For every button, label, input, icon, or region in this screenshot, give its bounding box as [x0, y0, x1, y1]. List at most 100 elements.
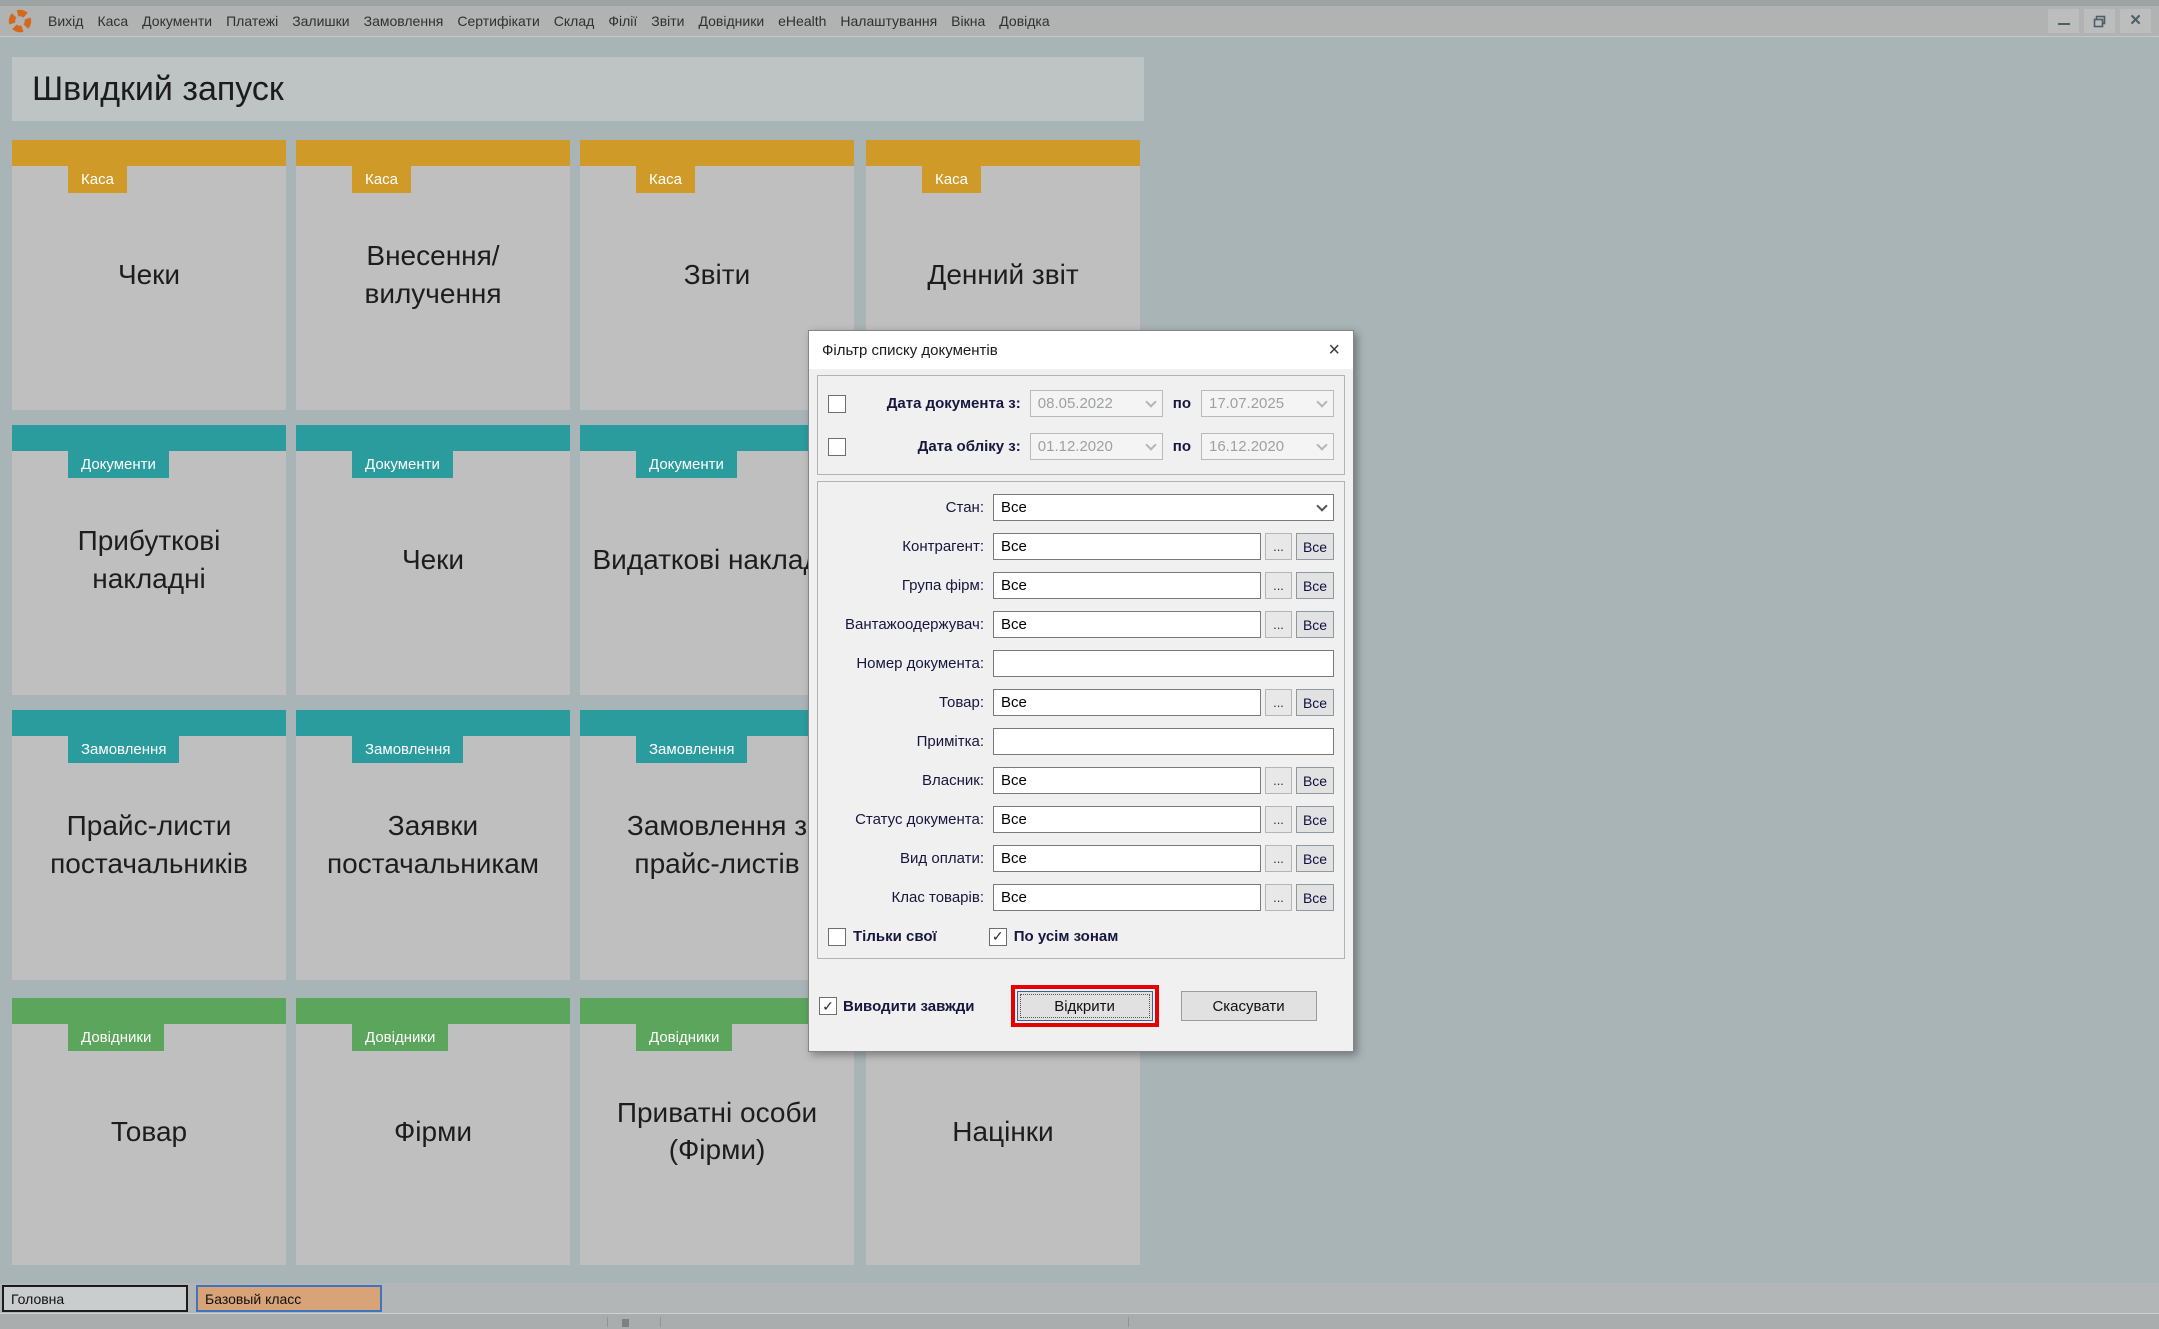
document-date-to-picker[interactable]: 17.07.2025	[1201, 390, 1334, 417]
menu-item-vikna[interactable]: Вікна	[944, 6, 992, 37]
status-tab-holovna[interactable]: Головна	[2, 1285, 188, 1312]
tile-dov-firmy[interactable]: Довідники Фірми	[296, 998, 570, 1265]
tile-category-tag: Довідники	[636, 1024, 732, 1051]
owner-browse-button[interactable]: ...	[1265, 767, 1292, 794]
payment-type-label: Вид оплати:	[828, 850, 993, 867]
date-to-value: 16.12.2020	[1209, 438, 1284, 455]
goods-class-browse-button[interactable]: ...	[1265, 884, 1292, 911]
counterparty-input[interactable]	[993, 533, 1261, 560]
tile-category-bar	[296, 710, 570, 736]
open-button[interactable]: Відкрити	[1017, 991, 1153, 1021]
restore-button[interactable]	[2084, 9, 2115, 33]
accounting-date-checkbox[interactable]	[828, 438, 846, 456]
menu-item-ehealth[interactable]: eHealth	[771, 6, 833, 37]
window-controls: ×	[2048, 9, 2159, 33]
document-status-browse-button[interactable]: ...	[1265, 806, 1292, 833]
tile-category-bar	[580, 140, 854, 166]
tile-kasa-vnesennia[interactable]: Каса Внесення/вилучення	[296, 140, 570, 410]
counterparty-all-button[interactable]: Все	[1296, 533, 1334, 560]
payment-type-input[interactable]	[993, 845, 1261, 872]
consignee-all-button[interactable]: Все	[1296, 611, 1334, 638]
only-own-checkbox[interactable]	[828, 928, 846, 946]
menu-item-vykhid[interactable]: Вихід	[41, 6, 90, 37]
payment-type-all-button[interactable]: Все	[1296, 845, 1334, 872]
app-logo-icon[interactable]	[8, 9, 32, 33]
menu-item-sklad[interactable]: Склад	[547, 6, 602, 37]
partial-icon	[622, 1319, 629, 1327]
document-date-row: Дата документа з: 08.05.2022 по 17.07.20…	[828, 390, 1334, 417]
tile-dok-cheky[interactable]: Документи Чеки	[296, 425, 570, 695]
menu-item-zamovlennia[interactable]: Замовлення	[357, 6, 451, 37]
firm-group-input[interactable]	[993, 572, 1261, 599]
menu-item-kasa[interactable]: Каса	[90, 6, 135, 37]
tile-label: Заявки постачальникам	[304, 807, 562, 883]
minimize-button[interactable]	[2048, 9, 2079, 33]
goods-input[interactable]	[993, 689, 1261, 716]
firm-group-all-button[interactable]: Все	[1296, 572, 1334, 599]
goods-row: Товар: ... Все	[828, 689, 1334, 716]
consignee-input[interactable]	[993, 611, 1261, 638]
menu-item-zvity[interactable]: Звіти	[644, 6, 691, 37]
restore-icon	[2093, 15, 2106, 28]
close-icon: ×	[1328, 339, 1340, 361]
goods-class-input[interactable]	[993, 884, 1261, 911]
dialog-close-button[interactable]: ×	[1328, 340, 1340, 360]
separator	[660, 1317, 661, 1327]
owner-all-button[interactable]: Все	[1296, 767, 1334, 794]
state-select[interactable]: Все	[993, 494, 1334, 521]
close-button[interactable]: ×	[2120, 9, 2151, 33]
goods-class-all-button[interactable]: Все	[1296, 884, 1334, 911]
to-label: по	[1173, 438, 1191, 455]
accounting-date-label: Дата обліку з:	[846, 438, 1030, 455]
menu-item-sertyfikaty[interactable]: Сертифікати	[450, 6, 546, 37]
owner-row: Власник: ... Все	[828, 767, 1334, 794]
tile-category-bar	[12, 425, 286, 451]
menu-item-nalashtuvannia[interactable]: Налаштування	[833, 6, 944, 37]
tile-zam-zaiavky[interactable]: Замовлення Заявки постачальникам	[296, 710, 570, 980]
date-from-value: 08.05.2022	[1038, 395, 1113, 412]
document-status-input[interactable]	[993, 806, 1261, 833]
menu-bar: Вихід Каса Документи Платежі Залишки Зам…	[0, 6, 2159, 37]
consignee-browse-button[interactable]: ...	[1265, 611, 1292, 638]
goods-browse-button[interactable]: ...	[1265, 689, 1292, 716]
tile-label: Чеки	[20, 256, 278, 294]
document-status-row: Статус документа: ... Все	[828, 806, 1334, 833]
note-input[interactable]	[993, 728, 1334, 755]
counterparty-label: Контрагент:	[828, 538, 993, 555]
tile-label: Внесення/вилучення	[304, 237, 562, 313]
tile-category-tag: Замовлення	[352, 736, 463, 763]
menu-item-dovidka[interactable]: Довідка	[992, 6, 1056, 37]
tile-category-tag: Документи	[636, 451, 737, 478]
counterparty-browse-button[interactable]: ...	[1265, 533, 1292, 560]
menu-item-zalyshky[interactable]: Залишки	[285, 6, 356, 37]
menu-item-filii[interactable]: Філії	[601, 6, 644, 37]
zone-options-row: Тільки свої ✓ По усім зонам	[828, 923, 1334, 950]
goods-all-button[interactable]: Все	[1296, 689, 1334, 716]
tile-kasa-cheky[interactable]: Каса Чеки	[12, 140, 286, 410]
payment-type-browse-button[interactable]: ...	[1265, 845, 1292, 872]
dialog-title-bar: Фільтр списку документів ×	[809, 331, 1353, 369]
document-date-checkbox[interactable]	[828, 395, 846, 413]
accounting-date-from-picker[interactable]: 01.12.2020	[1030, 433, 1163, 460]
tile-dok-prybutkovi[interactable]: Документи Прибуткові накладні	[12, 425, 286, 695]
menu-item-dokumenty[interactable]: Документи	[135, 6, 219, 37]
firm-group-browse-button[interactable]: ...	[1265, 572, 1292, 599]
document-status-all-button[interactable]: Все	[1296, 806, 1334, 833]
document-date-from-picker[interactable]: 08.05.2022	[1030, 390, 1163, 417]
always-show-checkbox[interactable]: ✓	[819, 997, 837, 1015]
tile-zam-prais-lysty[interactable]: Замовлення Прайс-листи постачальників	[12, 710, 286, 980]
owner-input[interactable]	[993, 767, 1261, 794]
document-number-input[interactable]	[993, 650, 1334, 677]
accounting-date-to-picker[interactable]: 16.12.2020	[1201, 433, 1334, 460]
all-zones-checkbox[interactable]: ✓	[989, 928, 1007, 946]
tile-dov-tovar[interactable]: Довідники Товар	[12, 998, 286, 1265]
menu-item-platezhi[interactable]: Платежі	[219, 6, 285, 37]
status-tab-bazovyi-klass[interactable]: Базовый класс	[196, 1285, 382, 1312]
firm-group-label: Група фірм:	[828, 577, 993, 594]
cancel-button[interactable]: Скасувати	[1181, 991, 1317, 1021]
tile-category-bar	[296, 140, 570, 166]
menu-item-dovidnyky[interactable]: Довідники	[692, 6, 772, 37]
state-row: Стан: Все	[828, 494, 1334, 521]
dialog-footer: ✓ Виводити завжди Відкрити Скасувати	[817, 991, 1345, 1021]
checkmark: ✓	[992, 928, 1004, 945]
